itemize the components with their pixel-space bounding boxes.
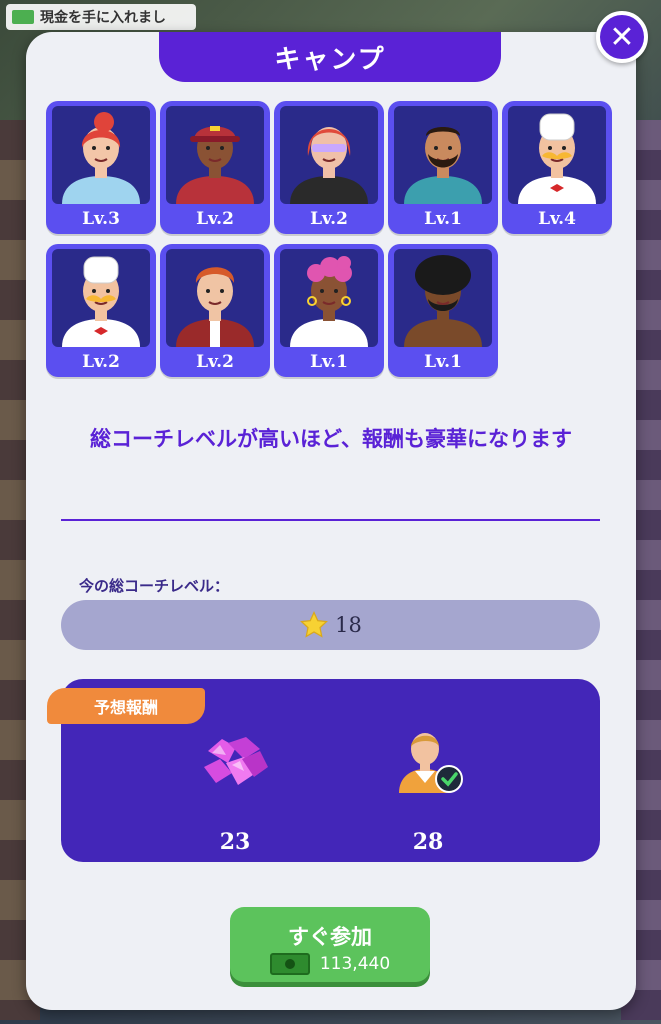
star-icon xyxy=(300,611,329,638)
join-button-label: すぐ参加 xyxy=(288,924,372,949)
coach-level: Lv.1 xyxy=(424,352,462,372)
coach-card[interactable]: Lv.2 xyxy=(160,244,270,377)
divider xyxy=(61,519,600,521)
coach-card[interactable]: Lv.3 xyxy=(46,101,156,234)
total-level-label: 今の総コーチレベル： xyxy=(79,577,230,595)
coach-portrait xyxy=(280,249,378,347)
coach-portrait xyxy=(52,106,150,204)
close-icon: ✕ xyxy=(609,19,635,55)
gem-reward-value: 23 xyxy=(219,829,251,855)
coach-portrait xyxy=(166,106,264,204)
coach-portrait xyxy=(166,249,264,347)
notification-text: 現金を手に入れまし xyxy=(40,10,166,26)
fan-check-icon xyxy=(399,733,463,793)
coach-level: Lv.2 xyxy=(310,209,348,229)
coach-portrait xyxy=(394,249,492,347)
join-button-cost: 113,440 xyxy=(230,953,430,975)
join-cost-value: 113,440 xyxy=(319,954,391,974)
reward-description: 総コーチレベルが高いほど、報酬も豪華になります xyxy=(90,426,572,451)
gem-icon xyxy=(204,737,268,785)
coach-card[interactable]: Lv.4 xyxy=(502,101,612,234)
total-level-value: 18 xyxy=(335,613,362,637)
coach-card[interactable]: Lv.2 xyxy=(160,101,270,234)
fan-reward-value: 28 xyxy=(412,829,444,855)
total-level-bar: 18 xyxy=(61,600,600,650)
cash-icon xyxy=(12,10,34,24)
coach-level: Lv.2 xyxy=(196,209,234,229)
coach-card[interactable]: Lv.1 xyxy=(388,244,498,377)
coach-portrait xyxy=(508,106,606,204)
coach-card[interactable]: Lv.2 xyxy=(274,101,384,234)
coach-level: Lv.1 xyxy=(424,209,462,229)
coach-level: Lv.2 xyxy=(196,352,234,372)
coach-portrait xyxy=(394,106,492,204)
coach-level: Lv.2 xyxy=(82,352,120,372)
cash-icon xyxy=(269,953,310,975)
expected-rewards-tag: 予想報酬 xyxy=(47,688,205,724)
coach-card[interactable]: Lv.1 xyxy=(388,101,498,234)
coach-card[interactable]: Lv.1 xyxy=(274,244,384,377)
coach-level: Lv.3 xyxy=(82,209,120,229)
coach-level: Lv.4 xyxy=(538,209,576,229)
dialog-title: キャンプ xyxy=(159,32,501,82)
coach-portrait xyxy=(52,249,150,347)
background-notification: 現金を手に入れまし xyxy=(6,4,196,30)
coach-portrait xyxy=(280,106,378,204)
coach-card[interactable]: Lv.2 xyxy=(46,244,156,377)
close-button[interactable]: ✕ xyxy=(596,11,648,63)
join-now-button[interactable]: すぐ参加 113,440 xyxy=(230,907,430,982)
coach-level: Lv.1 xyxy=(310,352,348,372)
